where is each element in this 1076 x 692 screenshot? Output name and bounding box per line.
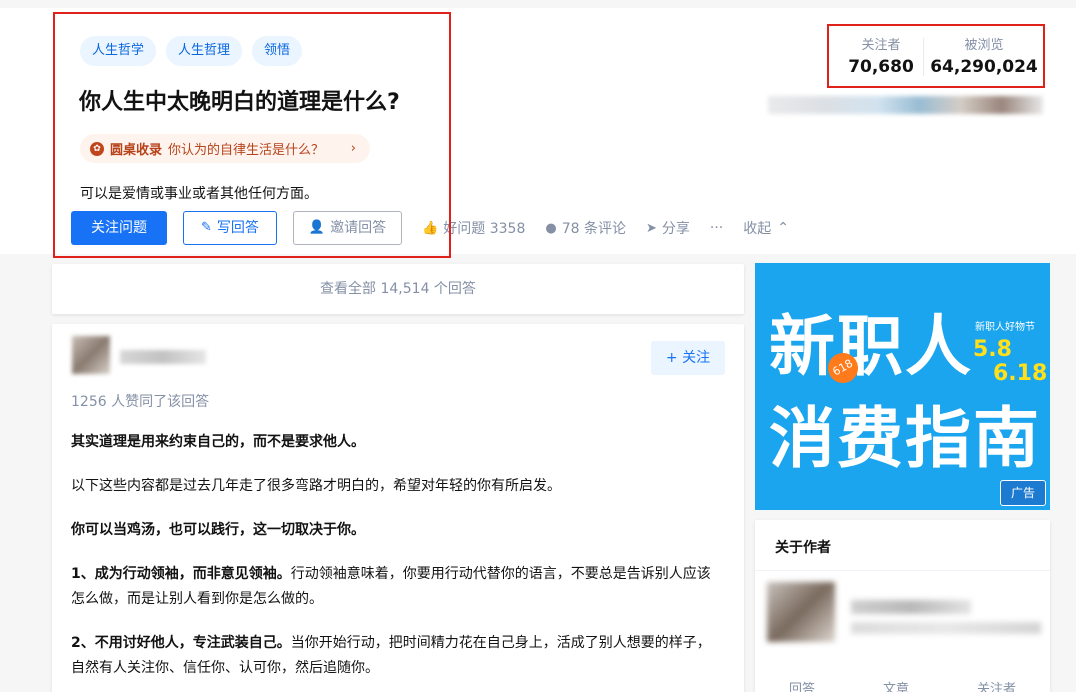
author-stat-articles[interactable]: 文章	[883, 678, 909, 692]
author-stat-followers[interactable]: 关注者	[977, 678, 1016, 692]
ad-label: 广告	[1000, 480, 1046, 506]
upvote-count: 1256 人赞同了该回答	[71, 394, 210, 410]
answer-paragraph: 其实道理是用来约束自己的，而不是要求他人。	[71, 434, 365, 450]
answer-paragraph: 你可以当鸡汤，也可以践行，这一切取决于你。	[71, 522, 365, 538]
stats-divider	[923, 38, 924, 76]
avatar[interactable]	[767, 582, 835, 642]
comments-label: 78 条评论	[561, 221, 626, 237]
author-card: 关于作者 回答 文章 关注者	[755, 520, 1050, 692]
followers-value: 70,680	[848, 57, 914, 77]
view-all-answers-button[interactable]: 查看全部 14,514 个回答	[52, 264, 744, 314]
views-stat: 被浏览 64,290,024	[927, 34, 1041, 77]
answer-content: 其实道理是用来约束自己的，而不是要求他人。 以下这些内容都是过去几年走了很多弯路…	[71, 430, 721, 692]
avatar[interactable]	[72, 336, 110, 374]
divider	[755, 570, 1050, 571]
author-stat-answers[interactable]: 回答	[789, 678, 815, 692]
point-heading: 1、成为行动领袖，而非意见领袖。	[71, 566, 291, 582]
chevron-up-icon: ⌃	[777, 220, 789, 236]
ad-date-end: 6.18	[993, 361, 1048, 386]
answer-paragraph: 2、不用讨好他人，专注武装自己。当你开始行动，把时间精力花在自己身上，活成了别人…	[71, 631, 721, 681]
question-stats: 关注者 70,680 被浏览 64,290,024	[827, 24, 1045, 88]
follow-author-button[interactable]: + 关注	[651, 341, 725, 375]
more-button[interactable]: ···	[710, 220, 723, 236]
follower-avatars-blurred	[768, 96, 1043, 114]
point-heading: 2、不用讨好他人，专注武装自己。	[71, 635, 291, 651]
ad-headline: 新职人	[769, 308, 973, 385]
ad-tagline: 新职人好物节	[975, 322, 1035, 333]
author-name-blurred[interactable]	[851, 600, 971, 614]
follow-author-label: 关注	[682, 350, 711, 366]
author-bio-blurred	[851, 622, 1041, 634]
plus-icon: +	[665, 350, 678, 366]
highlight-frame	[53, 12, 451, 258]
paper-plane-icon: ➤	[645, 220, 657, 236]
share-button[interactable]: ➤ 分享	[646, 218, 690, 238]
views-label: 被浏览	[964, 38, 1004, 53]
answer-paragraph: 1、成为行动领袖，而非意见领袖。行动领袖意味着，你要用行动代替你的语言，不要总是…	[71, 562, 721, 612]
answer-paragraph: 以下这些内容都是过去几年走了很多弯路才明白的，希望对年轻的你有所启发。	[71, 478, 561, 494]
ad-banner[interactable]: 新职人 消费指南 618 新职人好物节 5.8 6.18 广告	[755, 263, 1050, 510]
collapse-button[interactable]: 收起 ⌃	[743, 218, 789, 238]
share-label: 分享	[661, 221, 690, 237]
comments-button[interactable]: ● 78 条评论	[545, 218, 626, 238]
collapse-label: 收起	[743, 221, 772, 237]
views-value: 64,290,024	[930, 57, 1038, 77]
author-stats: 回答 文章 关注者	[755, 678, 1050, 692]
comment-icon: ●	[545, 220, 557, 236]
answer-card: + 关注 1256 人赞同了该回答 其实道理是用来约束自己的，而不是要求他人。 …	[52, 324, 744, 692]
author-name-blurred[interactable]	[120, 350, 206, 364]
ad-date-start: 5.8	[973, 337, 1012, 362]
good-question-label: 好问题 3358	[443, 221, 526, 237]
followers-label: 关注者	[861, 38, 901, 53]
followers-stat: 关注者 70,680	[841, 34, 921, 77]
author-card-title: 关于作者	[775, 540, 831, 556]
ad-subheadline: 消费指南	[769, 400, 1041, 477]
